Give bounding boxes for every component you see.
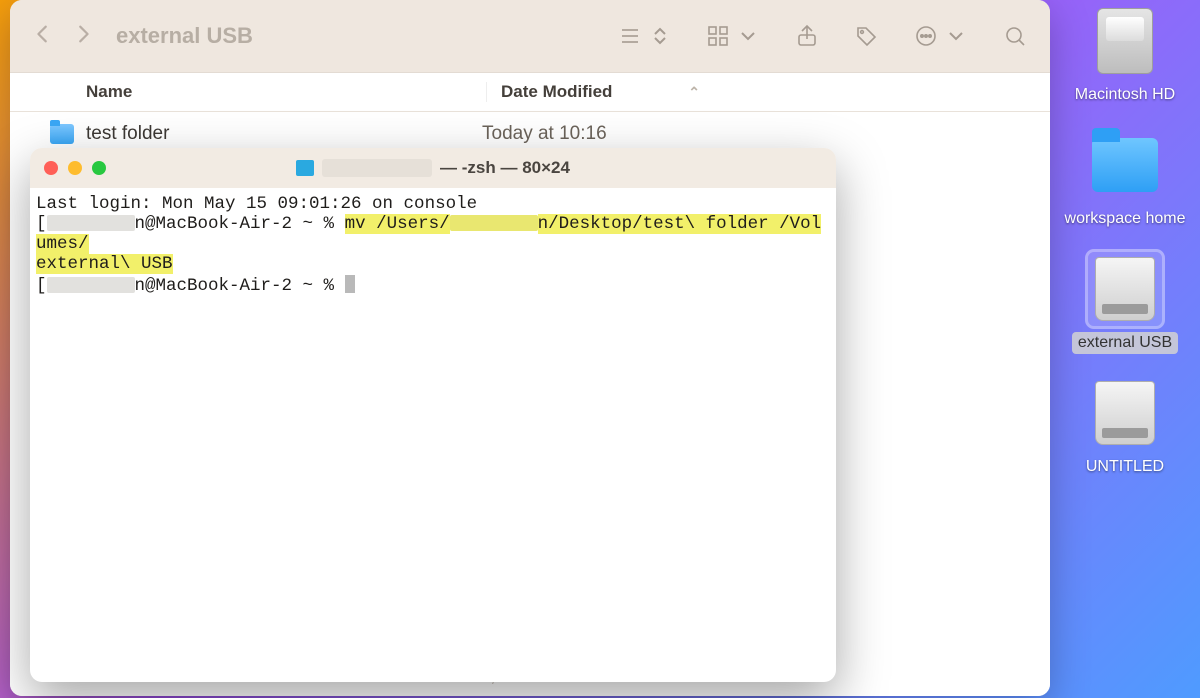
desktop-icon-macintosh-hd[interactable]: Macintosh HD (1069, 4, 1181, 106)
redacted-username (322, 159, 432, 177)
file-name: test folder (86, 123, 482, 145)
desktop-icon-label: Macintosh HD (1069, 84, 1181, 106)
finder-title: external USB (116, 23, 253, 49)
redacted-text (47, 215, 135, 231)
window-controls (44, 161, 106, 175)
minimize-button[interactable] (68, 161, 82, 175)
terminal-title: — -zsh — 80×24 (30, 158, 836, 178)
zoom-button[interactable] (92, 161, 106, 175)
terminal-title-suffix: — -zsh — 80×24 (440, 158, 570, 178)
desktop-icon-workspace-home[interactable]: workspace home (1059, 128, 1192, 230)
desktop-icon-label: workspace home (1059, 208, 1192, 230)
back-button[interactable] (32, 23, 54, 50)
redacted-text (450, 215, 538, 231)
external-drive-icon (1095, 381, 1155, 445)
terminal-titlebar[interactable]: — -zsh — 80×24 (30, 148, 836, 188)
desktop-icon-label: external USB (1072, 332, 1178, 354)
close-button[interactable] (44, 161, 58, 175)
tags-button[interactable] (854, 23, 880, 49)
search-button[interactable] (1002, 23, 1028, 49)
terminal-cmd-part3: external\ USB (36, 254, 173, 274)
external-drive-icon (1095, 257, 1155, 321)
terminal-last-login: Last login: Mon May 15 09:01:26 on conso… (36, 194, 477, 214)
hdd-icon (1097, 8, 1153, 74)
desktop-icons: Macintosh HD workspace home external USB… (1050, 0, 1200, 478)
folder-icon (50, 124, 74, 144)
actions-menu-button[interactable] (914, 24, 968, 48)
view-mode-list-button[interactable] (618, 24, 672, 48)
column-name[interactable]: Name (86, 82, 486, 102)
sort-caret-icon: ⌃ (688, 84, 700, 101)
forward-button[interactable] (72, 23, 94, 50)
terminal-prompt: n@MacBook-Air-2 ~ % (135, 214, 345, 234)
file-date: Today at 10:16 (482, 123, 607, 145)
desktop-icon-external-usb[interactable]: external USB (1072, 252, 1178, 354)
share-button[interactable] (794, 23, 820, 49)
terminal-prompt: n@MacBook-Air-2 ~ % (135, 276, 345, 296)
finder-column-header: Name Date Modified ⌃ (10, 72, 1050, 112)
terminal-cursor (345, 275, 355, 293)
desktop-icon-untitled[interactable]: UNTITLED (1080, 376, 1170, 478)
desktop-icon-label: UNTITLED (1080, 456, 1170, 478)
redacted-text (47, 277, 135, 293)
column-date-label: Date Modified (501, 82, 612, 102)
finder-toolbar: external USB (10, 0, 1050, 72)
folder-icon (1092, 138, 1158, 192)
group-by-button[interactable] (706, 24, 760, 48)
home-icon (296, 160, 314, 176)
column-date-modified[interactable]: Date Modified ⌃ (486, 82, 1050, 102)
terminal-cmd-part1: mv /Users/ (345, 214, 450, 234)
terminal-body[interactable]: Last login: Mon May 15 09:01:26 on conso… (30, 188, 836, 682)
terminal-window: — -zsh — 80×24 Last login: Mon May 15 09… (30, 148, 836, 682)
